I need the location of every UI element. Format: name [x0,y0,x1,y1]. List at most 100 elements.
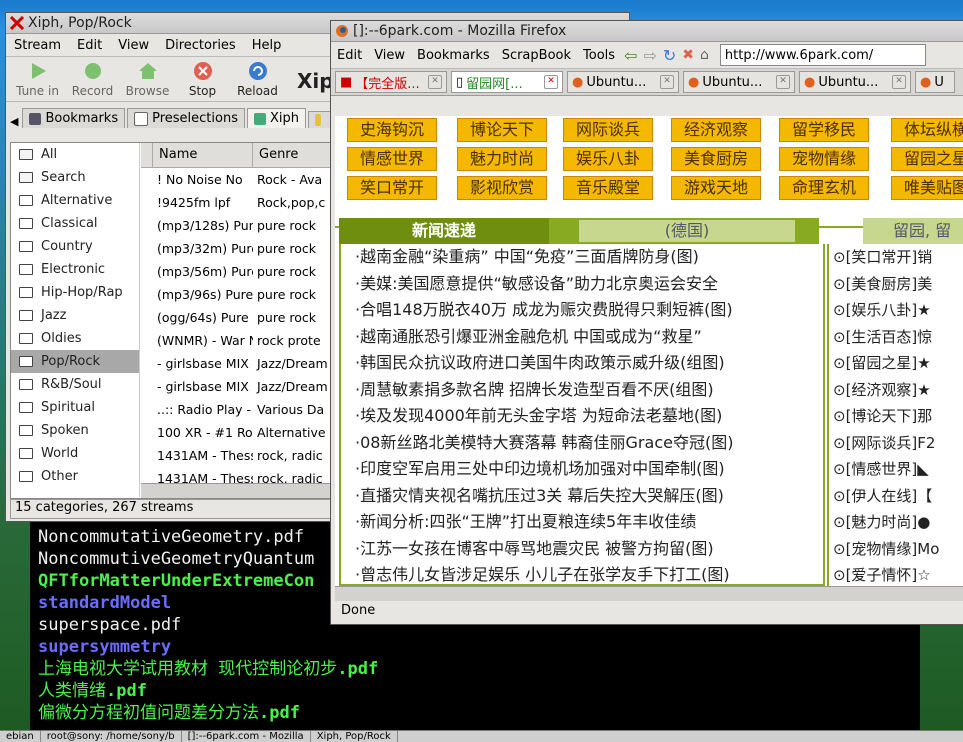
side-link[interactable]: ⊙[情感世界]◣ [829,456,963,483]
news-link[interactable]: ·新闻分析:四张“王牌”打出夏粮连续5年丰收佳绩 [341,509,823,536]
stream-row[interactable]: 1431AM - Thess rock, radic [141,467,336,483]
close-tab-icon[interactable]: ✕ [892,75,906,89]
news-link[interactable]: ·韩国民众抗议政府进口美国牛肉政策示威升级(组图) [341,350,823,377]
stream-row[interactable]: - girlsbase MIX Jazz/Dream [141,375,336,398]
side-link[interactable]: ⊙[娱乐八卦]★ [829,297,963,324]
nav-link[interactable]: 情感世界 [347,147,437,171]
category-item[interactable]: World [11,442,139,465]
nav-link[interactable]: 唯美贴图 [891,176,963,200]
stream-row[interactable]: 1431AM - Thess rock, radic [141,444,336,467]
stream-row[interactable]: (mp3/96s) Pure pure rock [141,283,336,306]
news-link[interactable]: ·周慧敏素捐多款名牌 招牌长发造型百看不厌(组图) [341,377,823,404]
nav-link[interactable]: 体坛纵横 [891,118,963,142]
browser-tab[interactable]: ● U [915,71,955,93]
nav-link[interactable]: 史海钩沉 [347,118,437,142]
category-item[interactable]: Country [11,235,139,258]
nav-link[interactable]: 博论天下 [457,118,547,142]
stop-icon[interactable]: ✖ [679,47,697,63]
news-link[interactable]: ·越南通胀恐引爆亚洲金融危机 中国或成为“救星” [341,324,823,351]
menu-help[interactable]: Help [244,38,290,53]
menu-edit[interactable]: Edit [69,38,110,53]
news-link[interactable]: ·越南金融“染重病” 中国“免疫”三面盾牌防身(图) [341,244,823,271]
category-item[interactable]: Spoken [11,419,139,442]
category-item[interactable]: Search [11,166,139,189]
menu-tools[interactable]: Tools [577,48,621,63]
side-link[interactable]: ⊙[美食厨房]美 [829,271,963,298]
tab-overflow[interactable] [308,111,332,128]
side-link[interactable]: ⊙[经济观察]★ [829,377,963,404]
nav-link[interactable]: 宠物情缘 [779,147,869,171]
category-item[interactable]: Classical [11,212,139,235]
category-item[interactable]: Jazz [11,304,139,327]
column-name[interactable]: Name [153,143,253,167]
nav-link[interactable]: 留学移民 [779,118,869,142]
nav-link[interactable]: 游戏天地 [671,176,761,200]
stream-row[interactable]: (mp3/56m) Pure pure rock [141,260,336,283]
side-link[interactable]: ⊙[博论天下]那 [829,403,963,430]
nav-link[interactable]: 音乐殿堂 [563,176,653,200]
category-item[interactable]: Spiritual [11,396,139,419]
taskbar-item[interactable]: []:--6park.com - Mozilla [182,731,311,742]
side-link[interactable]: ⊙[魅力时尚]● [829,509,963,536]
nav-link[interactable]: 影视欣赏 [457,176,547,200]
news-link[interactable]: ·埃及发现4000年前无头金字塔 为短命法老墓地(图) [341,403,823,430]
stop-button[interactable]: Stop [175,61,230,101]
browser-tab[interactable]: ● Ubuntu... ✕ [567,71,679,93]
menu-view[interactable]: View [110,38,157,53]
close-tab-icon[interactable]: ✕ [544,75,558,89]
browser-tab[interactable]: ● Ubuntu... ✕ [799,71,911,93]
stream-row[interactable]: - girlsbase MIX Jazz/Dream [141,352,336,375]
category-item[interactable]: Hip-Hop/Rap [11,281,139,304]
nav-link[interactable]: 命理玄机 [779,176,869,200]
nav-link[interactable]: 经济观察 [671,118,761,142]
home-icon[interactable]: ⌂ [697,47,712,63]
menu-scrapbook[interactable]: ScrapBook [496,48,577,63]
nav-link[interactable]: 留园之星 [891,147,963,171]
window-titlebar[interactable]: []:--6park.com - Mozilla Firefox [331,21,963,42]
news-link[interactable]: ·08新丝路北美模特大赛落幕 韩裔佳丽Grace夺冠(图) [341,430,823,457]
side-link[interactable]: ⊙[网际谈兵]F2 [829,430,963,457]
menu-bookmarks[interactable]: Bookmarks [411,48,496,63]
column-genre[interactable]: Genre [253,143,336,167]
horizontal-scrollbar[interactable] [141,483,336,498]
tune-in-button[interactable]: Tune in [10,61,65,101]
back-icon[interactable]: ⇦ [621,46,640,65]
category-item-selected[interactable]: Pop/Rock [11,350,139,373]
stream-row[interactable]: (mp3/128s) Pur pure rock [141,214,336,237]
nav-link[interactable]: 美食厨房 [671,147,761,171]
side-link[interactable]: ⊙[爱子情怀]☆ [829,562,963,586]
close-tab-icon[interactable]: ✕ [428,75,442,89]
taskbar-menu[interactable]: ebian [0,731,41,742]
stream-row[interactable]: ..:: Radio Play - Various Da [141,398,336,421]
stream-row[interactable]: 100 XR - #1 Ro Alternative [141,421,336,444]
news-link[interactable]: ·印度空军启用三处中印边境机场加强对中国牵制(图) [341,456,823,483]
nav-link[interactable]: 笑口常开 [347,176,437,200]
browse-button[interactable]: Browse [120,61,175,101]
nav-link[interactable]: 娱乐八卦 [563,147,653,171]
stream-row[interactable]: (ogg/64s) Pure pure rock [141,306,336,329]
firefox-window[interactable]: []:--6park.com - Mozilla Firefox Edit Vi… [330,20,963,625]
forward-icon[interactable]: ⇨ [640,46,659,65]
menu-view[interactable]: View [368,48,411,63]
nav-link[interactable]: 网际谈兵 [563,118,653,142]
tab-xiph[interactable]: Xiph [246,108,306,128]
tab-bookmarks[interactable]: Bookmarks [22,108,126,128]
taskbar-item[interactable]: root@sony: /home/sony/b [41,731,182,742]
taskbar-item[interactable]: Xiph, Pop/Rock [311,731,398,742]
browser-tab-active[interactable]: ▯ 留园网[... ✕ [451,71,563,93]
record-button[interactable]: Record [65,61,120,101]
news-link[interactable]: ·直播灾情夹视名嘴抗压过3关 幕后失控大哭解压(图) [341,483,823,510]
category-item[interactable]: Alternative [11,189,139,212]
side-link[interactable]: ⊙[笑口常开]销 [829,244,963,271]
horizontal-scrollbar[interactable] [335,586,963,601]
stream-row[interactable]: (mp3/32m) Pure pure rock [141,237,336,260]
reload-button[interactable]: Reload [230,61,285,101]
stream-row[interactable]: ! No Noise No Rock - Ava [141,168,336,191]
category-item[interactable]: All [11,143,139,166]
news-link[interactable]: ·美媒:美国愿意提供“敏感设备”助力北京奥运会安全 [341,271,823,298]
tab-preselections[interactable]: Preselections [127,108,245,128]
url-bar[interactable]: http://www.6park.com/ [719,44,926,66]
category-item[interactable]: Electronic [11,258,139,281]
menu-directories[interactable]: Directories [157,38,244,53]
close-tab-icon[interactable]: ✕ [660,75,674,89]
